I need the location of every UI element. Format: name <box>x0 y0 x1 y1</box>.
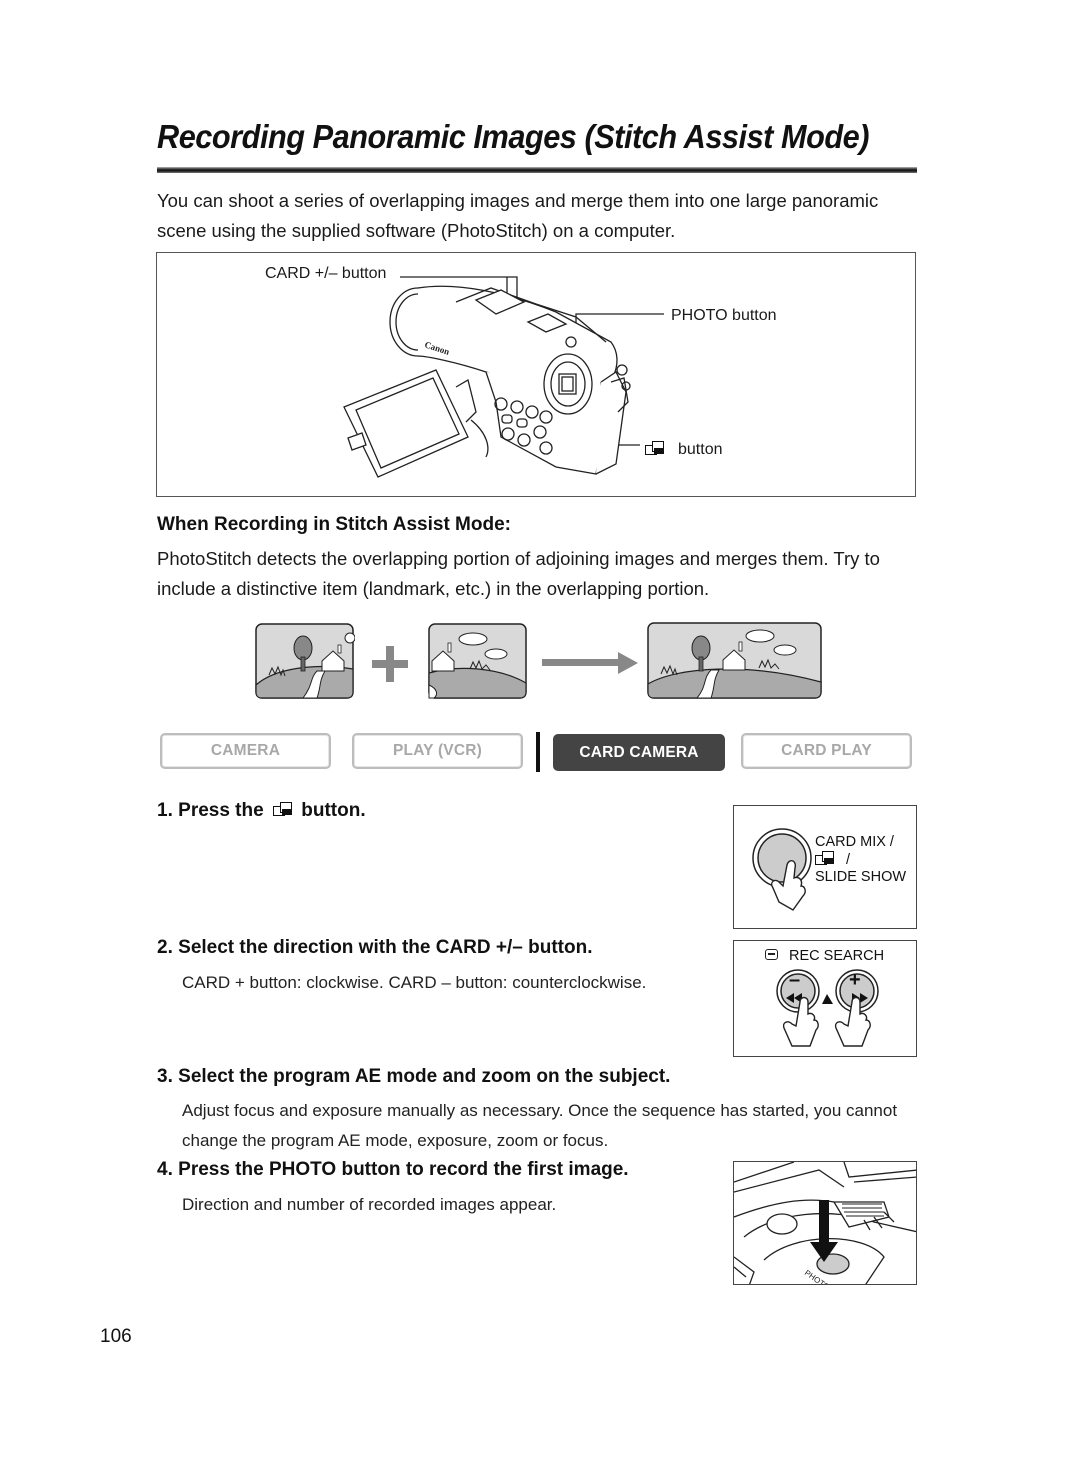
arrow-right-icon <box>542 652 638 674</box>
step-2-body: CARD + button: clockwise. CARD – button:… <box>182 973 647 992</box>
mode-play-vcr-button[interactable]: PLAY (VCR) <box>352 733 523 769</box>
mode-card-play-button[interactable]: CARD PLAY <box>741 733 912 769</box>
photo-button-closeup-illustration: PHOTO <box>734 1162 916 1284</box>
page-title: Recording Panoramic Images (Stitch Assis… <box>157 118 870 155</box>
step-3-title: 3. Select the program AE mode and zoom o… <box>157 1066 670 1088</box>
step-1-title-before: Press the <box>178 800 264 821</box>
card-mix-slash: / <box>846 852 851 868</box>
mode-card-camera-button[interactable]: CARD CAMERA <box>553 734 725 771</box>
page-number: 106 <box>100 1326 132 1347</box>
step-3-title-text: Select the program AE mode and zoom on t… <box>178 1066 671 1087</box>
intro-paragraph: You can shoot a series of overlapping im… <box>157 190 879 241</box>
camcorder-illustration: Canon <box>343 276 664 478</box>
step-4-title: 4. Press the PHOTO button to record the … <box>157 1159 629 1181</box>
stitch-assist-icon <box>272 800 292 821</box>
step-2-title-text: Select the direction with the CARD +/– b… <box>178 937 593 958</box>
mode-camera-button[interactable]: CAMERA <box>160 733 331 769</box>
left-scene-image <box>255 623 355 699</box>
step-3-body: Adjust focus and exposure manually as ne… <box>182 1101 898 1150</box>
step-4-title-text: Press the PHOTO button to record the fir… <box>178 1159 629 1180</box>
card-plus-symbol: + <box>849 969 861 991</box>
mode-divider <box>536 732 540 772</box>
rec-search-buttons-press-icon <box>776 969 879 1047</box>
step-1-title: 1. Press the button. <box>157 800 366 822</box>
stitch-section-body: PhotoStitch detects the overlapping port… <box>157 548 880 599</box>
step-1-number: 1. <box>157 800 173 821</box>
photo-button-closeup-panel: PHOTO <box>733 1161 917 1285</box>
step-2-number: 2. <box>157 937 173 958</box>
step-4-body: Direction and number of recorded images … <box>182 1195 557 1214</box>
rec-search-icon <box>765 949 778 960</box>
slide-show-label: SLIDE SHOW <box>815 869 907 885</box>
stitch-section-heading: When Recording in Stitch Assist Mode: <box>157 514 511 535</box>
step-3-number: 3. <box>157 1066 173 1087</box>
card-minus-symbol: – <box>789 969 801 991</box>
right-scene-image <box>428 623 527 699</box>
step-4-number: 4. <box>157 1159 173 1180</box>
step-2-title: 2. Select the direction with the CARD +/… <box>157 937 592 959</box>
card-mix-button-press-icon <box>752 828 812 911</box>
rec-search-label: REC SEARCH <box>789 948 885 964</box>
title-underline <box>157 167 917 173</box>
step-1-title-after: button. <box>301 800 366 821</box>
merged-panorama-image <box>647 622 822 699</box>
plus-icon <box>372 646 408 682</box>
card-mix-label: CARD MIX / <box>815 834 894 850</box>
